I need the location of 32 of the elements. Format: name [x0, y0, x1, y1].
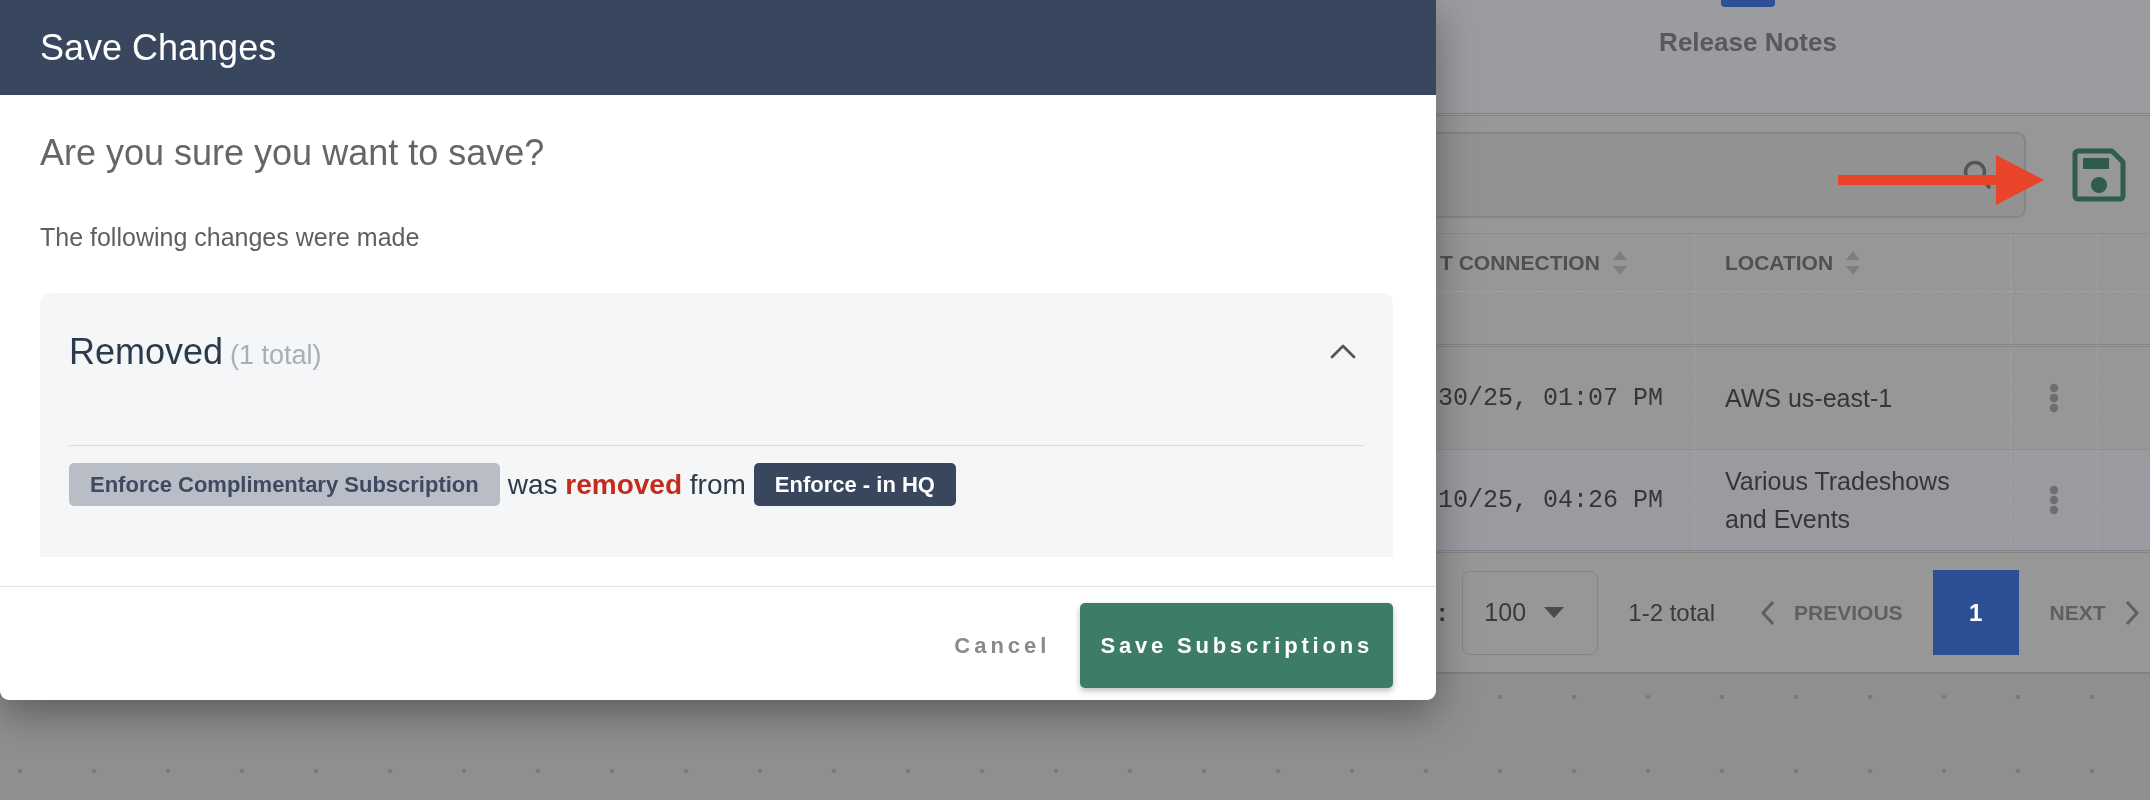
chevron-up-icon[interactable] [1330, 344, 1356, 359]
kebab-menu-icon[interactable] [2049, 485, 2059, 515]
total-count: 1-2 total [1628, 598, 1716, 627]
page-size-label: : [1438, 598, 1447, 627]
table-cell-text: AWS us-east-1 [1724, 383, 1894, 414]
nav-tab[interactable]: Release Notes [1648, 0, 1848, 67]
dialog-title: Save Changes [40, 25, 277, 70]
subscription-tag: Enforce Complimentary Subscription [69, 463, 500, 506]
column-header[interactable]: T CONNECTION [1440, 250, 1600, 275]
chevron-right-icon [2124, 599, 2139, 626]
search-field[interactable] [1436, 132, 2026, 218]
cancel-button[interactable]: Cancel [954, 632, 1051, 659]
sort-icon[interactable] [1845, 249, 1862, 276]
chevron-left-icon [1761, 599, 1776, 626]
table-cell-text: 10/25, 04:26 PM [1437, 485, 1664, 515]
table-cell-text: Various Tradeshows and Events [1724, 466, 1951, 535]
item-count: (1 total) [230, 340, 322, 371]
sort-icon[interactable] [1611, 249, 1628, 276]
page-size-select[interactable]: 100 [1462, 570, 1599, 655]
section-title: Removed [69, 330, 224, 373]
page-button[interactable]: 1 [1932, 570, 2019, 655]
save-button[interactable]: Save Subscriptions [1080, 603, 1393, 688]
group-tag: Enforce - in HQ [753, 463, 956, 506]
dialog-question: Are you sure you want to save? [40, 131, 545, 175]
table-cell-text: 30/25, 01:07 PM [1437, 383, 1664, 413]
kebab-menu-icon[interactable] [2049, 383, 2059, 413]
caret-down-icon [1544, 607, 1565, 618]
change-description: was removed from [507, 468, 746, 501]
dialog-intro-text: The following changes were made [40, 222, 420, 252]
tab-icon [1721, 0, 1775, 7]
column-header[interactable]: LOCATION [1725, 250, 1834, 275]
save-icon[interactable] [2072, 148, 2126, 202]
